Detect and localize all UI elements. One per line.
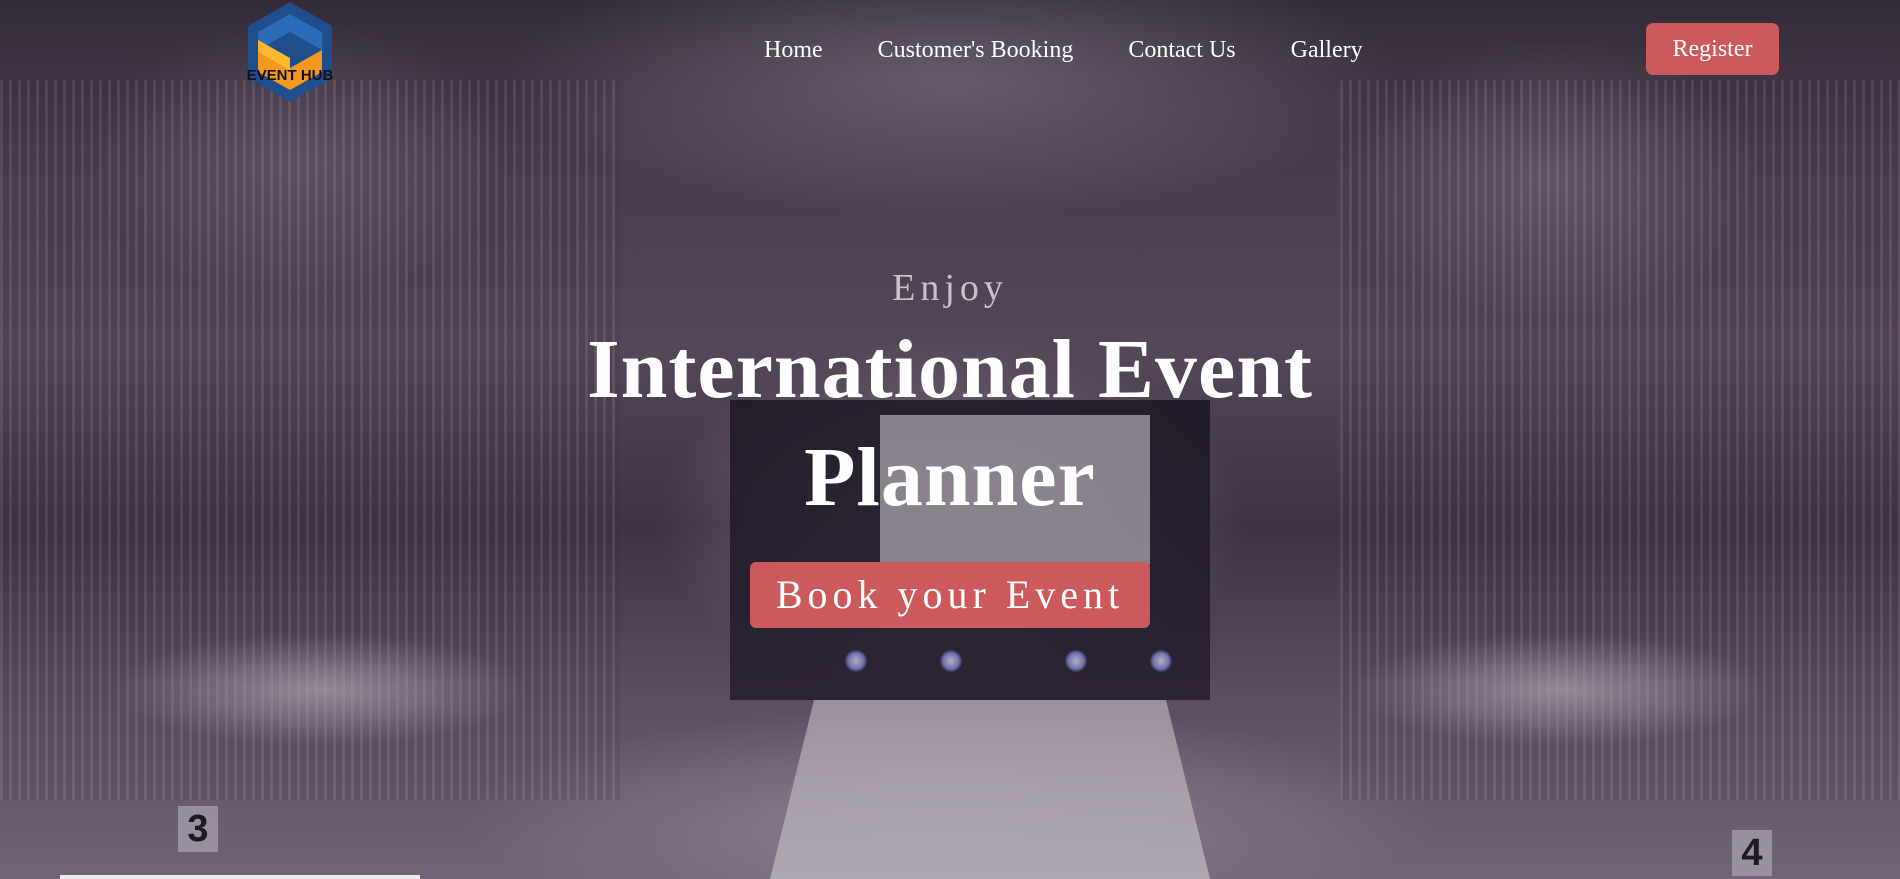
nav-gallery[interactable]: Gallery [1291, 32, 1363, 68]
hero-headline-line2: Planner [804, 431, 1096, 524]
bottom-scroll-indicator [60, 875, 420, 879]
hero-headline: International Event Planner [450, 316, 1450, 532]
hero-headline-line1: International Event [586, 323, 1314, 416]
logo-text: EVENT HUB [247, 67, 334, 84]
hero-content: Enjoy International Event Planner Book y… [450, 260, 1450, 628]
hero-section: 3 4 EVENT HUB Home Customer's Booking Co… [0, 0, 1900, 879]
left-flower-tables [20, 620, 640, 770]
right-flower-tables [1260, 620, 1880, 770]
nav-links: Home Customer's Booking Contact Us Galle… [764, 32, 1418, 68]
table-number-sign: 3 [178, 806, 218, 852]
nav-customers-booking[interactable]: Customer's Booking [878, 32, 1074, 68]
nav-contact-us[interactable]: Contact Us [1128, 32, 1235, 68]
stage-light [1150, 650, 1172, 672]
navbar: EVENT HUB Home Customer's Booking Contac… [0, 0, 1900, 102]
register-button[interactable]: Register [1646, 23, 1779, 75]
event-hub-logo-icon: EVENT HUB [247, 2, 334, 102]
stage-light [940, 650, 962, 672]
stage-light [845, 650, 867, 672]
aisle-carpet [770, 700, 1210, 879]
nav-home[interactable]: Home [764, 32, 823, 68]
event-hub-logo[interactable]: EVENT HUB [244, 0, 336, 104]
book-event-button[interactable]: Book your Event [750, 562, 1150, 628]
stage-light [1065, 650, 1087, 672]
hero-kicker: Enjoy [892, 267, 1008, 309]
table-number-sign: 4 [1732, 830, 1772, 876]
